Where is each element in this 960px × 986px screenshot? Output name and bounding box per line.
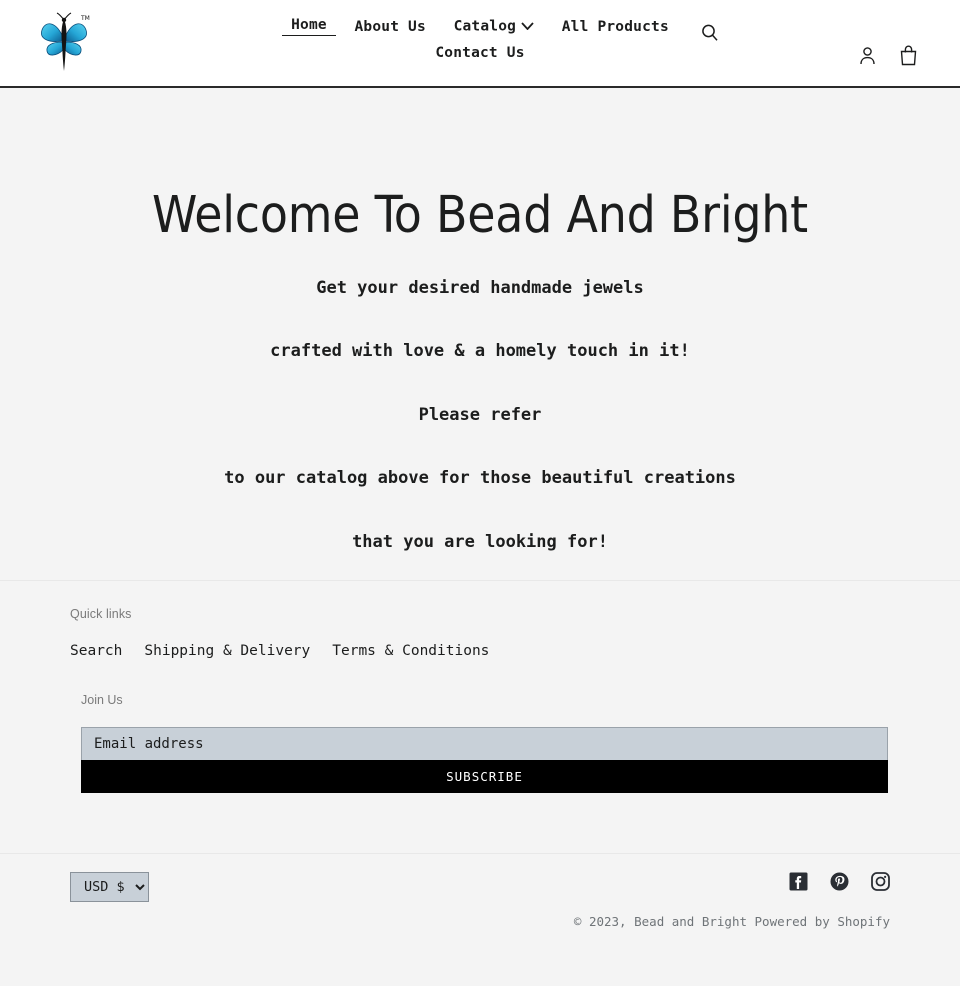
quick-link-terms-conditions[interactable]: Terms & Conditions	[332, 643, 489, 659]
nav-label: Contact Us	[435, 44, 525, 61]
header-search-area	[700, 23, 720, 43]
site-header: TM Home About Us Catalog All Products Co…	[0, 0, 960, 88]
chevron-down-icon	[521, 19, 534, 34]
footer-bottom-bar: USD $ © 2023, Bead and Bright Powered by…	[0, 853, 960, 963]
hero-line-3: Please refer	[418, 404, 542, 425]
site-footer: Quick links Search Shipping & Delivery T…	[0, 580, 960, 963]
nav-item-catalog[interactable]: Catalog	[445, 19, 544, 34]
nav-label: Home	[291, 17, 327, 33]
account-icon[interactable]	[858, 46, 877, 66]
subscribe-button[interactable]: SUBSCRIBE	[81, 760, 888, 793]
nav-label: Catalog	[453, 18, 517, 35]
instagram-icon[interactable]	[871, 872, 890, 891]
newsletter-heading: Join Us	[81, 693, 123, 707]
powered-by-shopify-link[interactable]: Powered by Shopify	[755, 914, 890, 929]
nav-label: About Us	[354, 18, 426, 35]
cart-icon[interactable]	[899, 45, 918, 66]
social-links	[789, 872, 890, 891]
quick-links-heading: Quick links	[70, 607, 132, 621]
newsletter-block: Join Us SUBSCRIBE	[70, 693, 890, 793]
nav-item-all-products[interactable]: All Products	[553, 18, 678, 35]
nav-row-1: Home About Us Catalog All Products	[0, 18, 960, 36]
hero-line-5: that you are looking for!	[352, 531, 608, 552]
pinterest-icon[interactable]	[830, 872, 849, 891]
quick-link-shipping-delivery[interactable]: Shipping & Delivery	[144, 643, 310, 659]
nav-label: All Products	[561, 18, 669, 35]
copyright-year-store: © 2023, Bead and Bright	[573, 914, 747, 929]
nav-item-home[interactable]: Home	[282, 18, 336, 36]
nav-row-2: Contact Us	[0, 45, 960, 61]
footer-content: Quick links Search Shipping & Delivery T…	[0, 581, 960, 793]
hero-line-1: Get your desired handmade jewels	[316, 278, 644, 299]
email-field[interactable]	[81, 727, 888, 760]
hero-line-2: crafted with love & a homely touch in it…	[270, 341, 690, 362]
search-icon[interactable]	[700, 23, 720, 43]
hero-line-4: to our catalog above for those beautiful…	[224, 468, 736, 489]
newsletter-form: SUBSCRIBE	[81, 727, 888, 793]
nav-item-about-us[interactable]: About Us	[345, 18, 434, 35]
quick-link-search[interactable]: Search	[70, 643, 122, 659]
hero-section: Welcome To Bead And Bright Get your desi…	[0, 88, 960, 553]
copyright-text: © 2023, Bead and Bright Powered by Shopi…	[574, 914, 890, 929]
main-navigation: Home About Us Catalog All Products Conta…	[0, 18, 960, 61]
quick-links-list: Search Shipping & Delivery Terms & Condi…	[70, 643, 890, 659]
nav-item-contact-us[interactable]: Contact Us	[426, 46, 533, 61]
facebook-icon[interactable]	[789, 872, 808, 891]
currency-selector[interactable]: USD $	[70, 872, 149, 902]
header-account-cart	[858, 45, 918, 66]
page-title: Welcome To Bead And Bright	[152, 186, 808, 245]
